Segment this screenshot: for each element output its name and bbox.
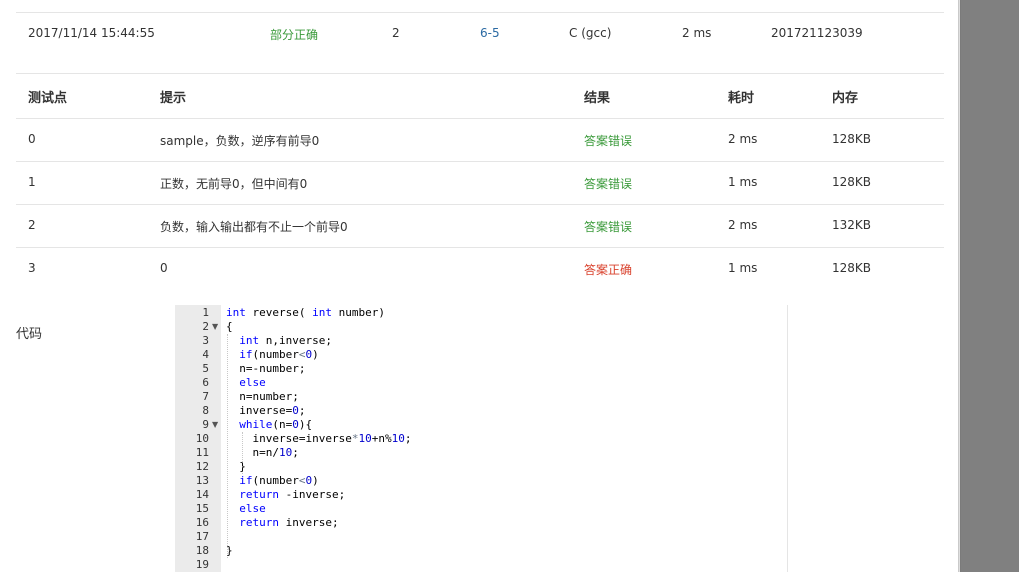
line-number: 19 <box>195 558 209 571</box>
line-number: 3 <box>202 334 209 347</box>
table-row: 1 正数，无前导0，但中间有0 答案错误 1 ms 128KB <box>16 161 944 205</box>
table-row: 0 sample，负数，逆序有前导0 答案错误 2 ms 128KB <box>16 118 944 162</box>
row-case: 2 <box>28 218 36 232</box>
row-time: 1 ms <box>728 261 758 275</box>
table-row: 2 负数，输入输出都有不止一个前导0 答案错误 2 ms 132KB <box>16 204 944 248</box>
row-result: 答案错误 <box>584 220 633 234</box>
code-label: 代码 <box>16 327 43 342</box>
line-number: 5 <box>202 362 209 375</box>
header-hint: 提示 <box>160 91 187 106</box>
testcase-table-header: 测试点 提示 结果 耗时 内存 <box>16 72 944 119</box>
fold-arrow-icon[interactable]: ▼ <box>212 418 218 432</box>
row-hint: 负数，输入输出都有不止一个前导0 <box>160 220 348 234</box>
line-number: 12 <box>195 460 209 473</box>
code-line: int n,inverse; <box>239 334 332 347</box>
line-number: 7 <box>202 390 209 403</box>
row-memory: 128KB <box>832 261 872 275</box>
code-line: while(n=0){ <box>239 418 313 431</box>
line-number: 8 <box>202 404 209 417</box>
line-number: 16 <box>195 516 209 529</box>
row-memory: 132KB <box>832 218 872 232</box>
row-result: 答案错误 <box>584 177 633 191</box>
submission-time: 2017/11/14 15:44:55 <box>28 26 155 40</box>
row-case: 1 <box>28 175 36 189</box>
line-number-gutter: 1 2 ▼ 3 4 5 6 7 8 9 ▼ 10 11 12 13 14 15 … <box>175 305 221 572</box>
user-id: 201721123039 <box>771 26 863 40</box>
row-case: 3 <box>28 261 36 275</box>
line-number: 2 <box>202 320 209 333</box>
code-line: else <box>239 376 266 389</box>
panel-shadow <box>958 0 961 572</box>
line-number: 11 <box>195 446 209 459</box>
line-number: 10 <box>195 432 209 445</box>
header-case: 测试点 <box>28 91 68 106</box>
code-line: n=-number; <box>226 362 306 375</box>
line-number: 17 <box>195 530 209 543</box>
code-line: n=number; <box>226 390 299 403</box>
problem-link[interactable]: 6-5 <box>480 26 500 40</box>
row-hint: 0 <box>160 261 168 275</box>
table-row: 3 0 答案正确 1 ms 128KB <box>16 247 944 290</box>
row-result: 答案错误 <box>584 134 633 148</box>
code-line: n=n/10; <box>226 446 299 459</box>
line-number: 15 <box>195 502 209 515</box>
code-line: if(number<0) <box>239 348 319 361</box>
compiler: C (gcc) <box>569 26 612 40</box>
row-memory: 128KB <box>832 132 872 146</box>
code-line: else <box>239 502 266 515</box>
line-number: 14 <box>195 488 209 501</box>
row-time: 2 ms <box>728 218 758 232</box>
line-number: 13 <box>195 474 209 487</box>
code-line: int reverse( int number) <box>226 306 385 319</box>
code-line: { <box>226 320 233 333</box>
header-result: 结果 <box>584 91 611 106</box>
row-hint: 正数，无前导0，但中间有0 <box>160 177 308 191</box>
row-case: 0 <box>28 132 36 146</box>
code-line: if(number<0) <box>239 474 319 487</box>
submission-status: 部分正确 <box>270 28 319 42</box>
fold-arrow-icon[interactable]: ▼ <box>212 320 218 334</box>
header-memory: 内存 <box>832 91 859 106</box>
row-memory: 128KB <box>832 175 872 189</box>
elapsed-time: 2 ms <box>682 26 712 40</box>
row-hint: sample，负数，逆序有前导0 <box>160 134 320 148</box>
code-line: return inverse; <box>239 516 339 529</box>
code-line: inverse=inverse*10+n%10; <box>226 432 412 445</box>
line-number: 1 <box>202 306 209 319</box>
line-number: 18 <box>195 544 209 557</box>
code-editor[interactable]: 1 2 ▼ 3 4 5 6 7 8 9 ▼ 10 11 12 13 14 15 … <box>175 305 788 572</box>
line-number: 4 <box>202 348 209 361</box>
code-line: return -inverse; <box>239 488 346 501</box>
line-number: 9 <box>202 418 209 431</box>
submission-score: 2 <box>392 26 400 40</box>
code-line: inverse=0; <box>226 404 306 417</box>
submission-summary-row: 2017/11/14 15:44:55 部分正确 2 6-5 C (gcc) 2… <box>16 12 944 74</box>
row-time: 1 ms <box>728 175 758 189</box>
code-line: } <box>226 460 246 473</box>
header-time: 耗时 <box>728 91 755 106</box>
row-time: 2 ms <box>728 132 758 146</box>
row-result: 答案正确 <box>584 263 633 277</box>
code-line: } <box>226 544 233 557</box>
line-number: 6 <box>202 376 209 389</box>
side-overlay-panel <box>960 0 1019 572</box>
